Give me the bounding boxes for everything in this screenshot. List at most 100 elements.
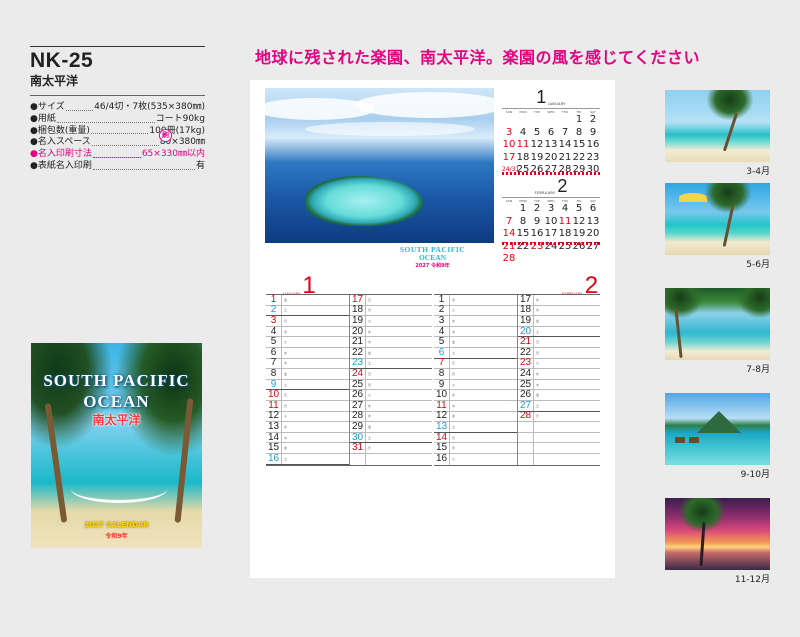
mini-day: 18 (558, 228, 572, 239)
day-number: 26 (518, 390, 534, 400)
mini-day: 20 (586, 228, 600, 239)
calendar-sheet: 1 JANUARY SUN MON TUE WED THU FRI SAT 12345678… (250, 80, 615, 578)
day-number (350, 453, 366, 465)
mini-day: 12 (530, 139, 544, 150)
day-of-week: 日 (536, 414, 540, 419)
schedule-day-row: 16 土 (266, 453, 349, 465)
palm-tree-icon (707, 90, 753, 120)
day-number: 20 (518, 326, 534, 337)
day-number: 22 (518, 347, 534, 358)
product-code: NK-25 (30, 49, 94, 72)
spec-row: ●用紙 コート90kg (30, 114, 205, 126)
schedule-day-row: 5金 (434, 337, 517, 348)
cover-title-jp: 南太平洋 (92, 413, 141, 427)
schedule-day-row: 3日 (266, 316, 349, 327)
day-number: 12 (266, 411, 282, 422)
schedule-day-row: 2土 (266, 305, 349, 317)
day-of-week: 火 (368, 318, 372, 323)
day-number: 19 (350, 316, 366, 326)
day-of-week: 火 (368, 393, 372, 398)
schedule-day-row (518, 443, 600, 454)
mini-day: 18 (516, 151, 530, 163)
mini-day: 11 (558, 215, 572, 227)
day-of-week: 日 (368, 446, 372, 451)
day-number: 16 (266, 453, 282, 464)
day-of-week: 木 (284, 361, 288, 366)
day-number: 28 (350, 411, 366, 422)
mini-month-name: FEBRUARY (534, 191, 556, 195)
day-of-week: 金 (368, 350, 372, 355)
day-number: 17 (518, 295, 534, 305)
day-of-week: 木 (536, 308, 540, 313)
day-number: 2 (434, 305, 450, 316)
hammock-icon (71, 475, 167, 503)
day-of-week: 木 (452, 403, 456, 408)
bungalow-icon (689, 437, 699, 443)
mini-day: 19 (572, 228, 586, 239)
day-of-week: 土 (536, 329, 540, 334)
day-number: 2 (266, 305, 282, 316)
mini-day: 3 (547, 203, 555, 214)
thumbnail-9-10 (665, 393, 770, 465)
divider-line (502, 172, 600, 175)
mini-day (530, 114, 544, 127)
day-of-week: 月 (284, 329, 288, 334)
mini-day (558, 114, 572, 127)
day-of-week: 木 (368, 340, 372, 345)
day-number: 11 (434, 400, 450, 411)
day-of-week: 火 (452, 382, 456, 387)
palm-tree-icon (665, 288, 703, 318)
spec-value: 100冊(17kg) (149, 125, 205, 136)
day-number: 14 (434, 432, 450, 443)
schedule-day-row: 4木 (434, 326, 517, 338)
mini-month-number: 2 (557, 176, 568, 196)
mini-month-number: 1 (536, 87, 547, 107)
thumbnail-7-8 (665, 288, 770, 360)
mini-day: 9 (533, 215, 541, 227)
day-of-week: 火 (452, 457, 456, 462)
day-of-week: 水 (452, 318, 456, 323)
spec-label: ●用紙 (30, 113, 56, 124)
day-number: 25 (350, 379, 366, 390)
mini-day: 6 (547, 126, 555, 138)
spec-rule (30, 95, 205, 96)
mini-day (502, 203, 516, 216)
day-of-week: 月 (452, 297, 456, 302)
day-number: 5 (434, 337, 450, 347)
mini-day-grid: 1 2 3 4 5 6 7 8 9 10 11 12 13 14 15 16 17 18 19 20 21 22 23 24/… (502, 114, 600, 177)
mini-day: 2 (589, 114, 597, 125)
day-of-week: 日 (284, 393, 288, 398)
mini-day: 1 (519, 203, 527, 214)
day-of-week: 日 (368, 371, 372, 376)
thumbnail-3-4 (665, 90, 770, 162)
schedule-header-february: 2 FEBRUARY (562, 274, 598, 298)
spec-value: 有 (195, 160, 205, 171)
spec-value: コート90kg (155, 113, 205, 124)
thumbnail-label: 3-4月 (746, 167, 770, 177)
day-of-week: 土 (452, 350, 456, 355)
day-of-week: 日 (536, 340, 540, 345)
day-of-week: 水 (368, 329, 372, 334)
day-number: 10 (434, 390, 450, 400)
day-of-week: 月 (452, 371, 456, 376)
spec-label: ●梱包数(重量) (30, 125, 90, 136)
day-number: 15 (434, 443, 450, 453)
day-number: 26 (350, 390, 366, 400)
sheet-logo-line2: OCEAN (418, 253, 447, 262)
day-number: 1 (434, 295, 450, 305)
thumbnail-label: 9-10月 (740, 470, 770, 480)
palm-tree-icon (705, 183, 751, 213)
day-number: 28 (518, 411, 534, 422)
schedule-day-row: 6水 (266, 347, 349, 359)
schedule-day-row: 7日 (434, 358, 517, 370)
schedule-column: 1 金 2 土 3 日 4 月 5 火 6 水 7 木 8 金 9 土 10 日 11 月 12 火 13 水 14 木 15 金 16 土 (266, 295, 349, 465)
schedule-day-row: 4月 (266, 326, 349, 338)
bungalow-icon (675, 437, 685, 443)
mini-day: 7 (505, 215, 513, 227)
day-number: 7 (266, 358, 282, 369)
day-of-week: 金 (284, 297, 288, 302)
mini-day: 22 (572, 151, 586, 163)
day-of-week: 金 (452, 340, 456, 345)
day-of-week: 木 (368, 414, 372, 419)
day-number: 30 (350, 432, 366, 443)
